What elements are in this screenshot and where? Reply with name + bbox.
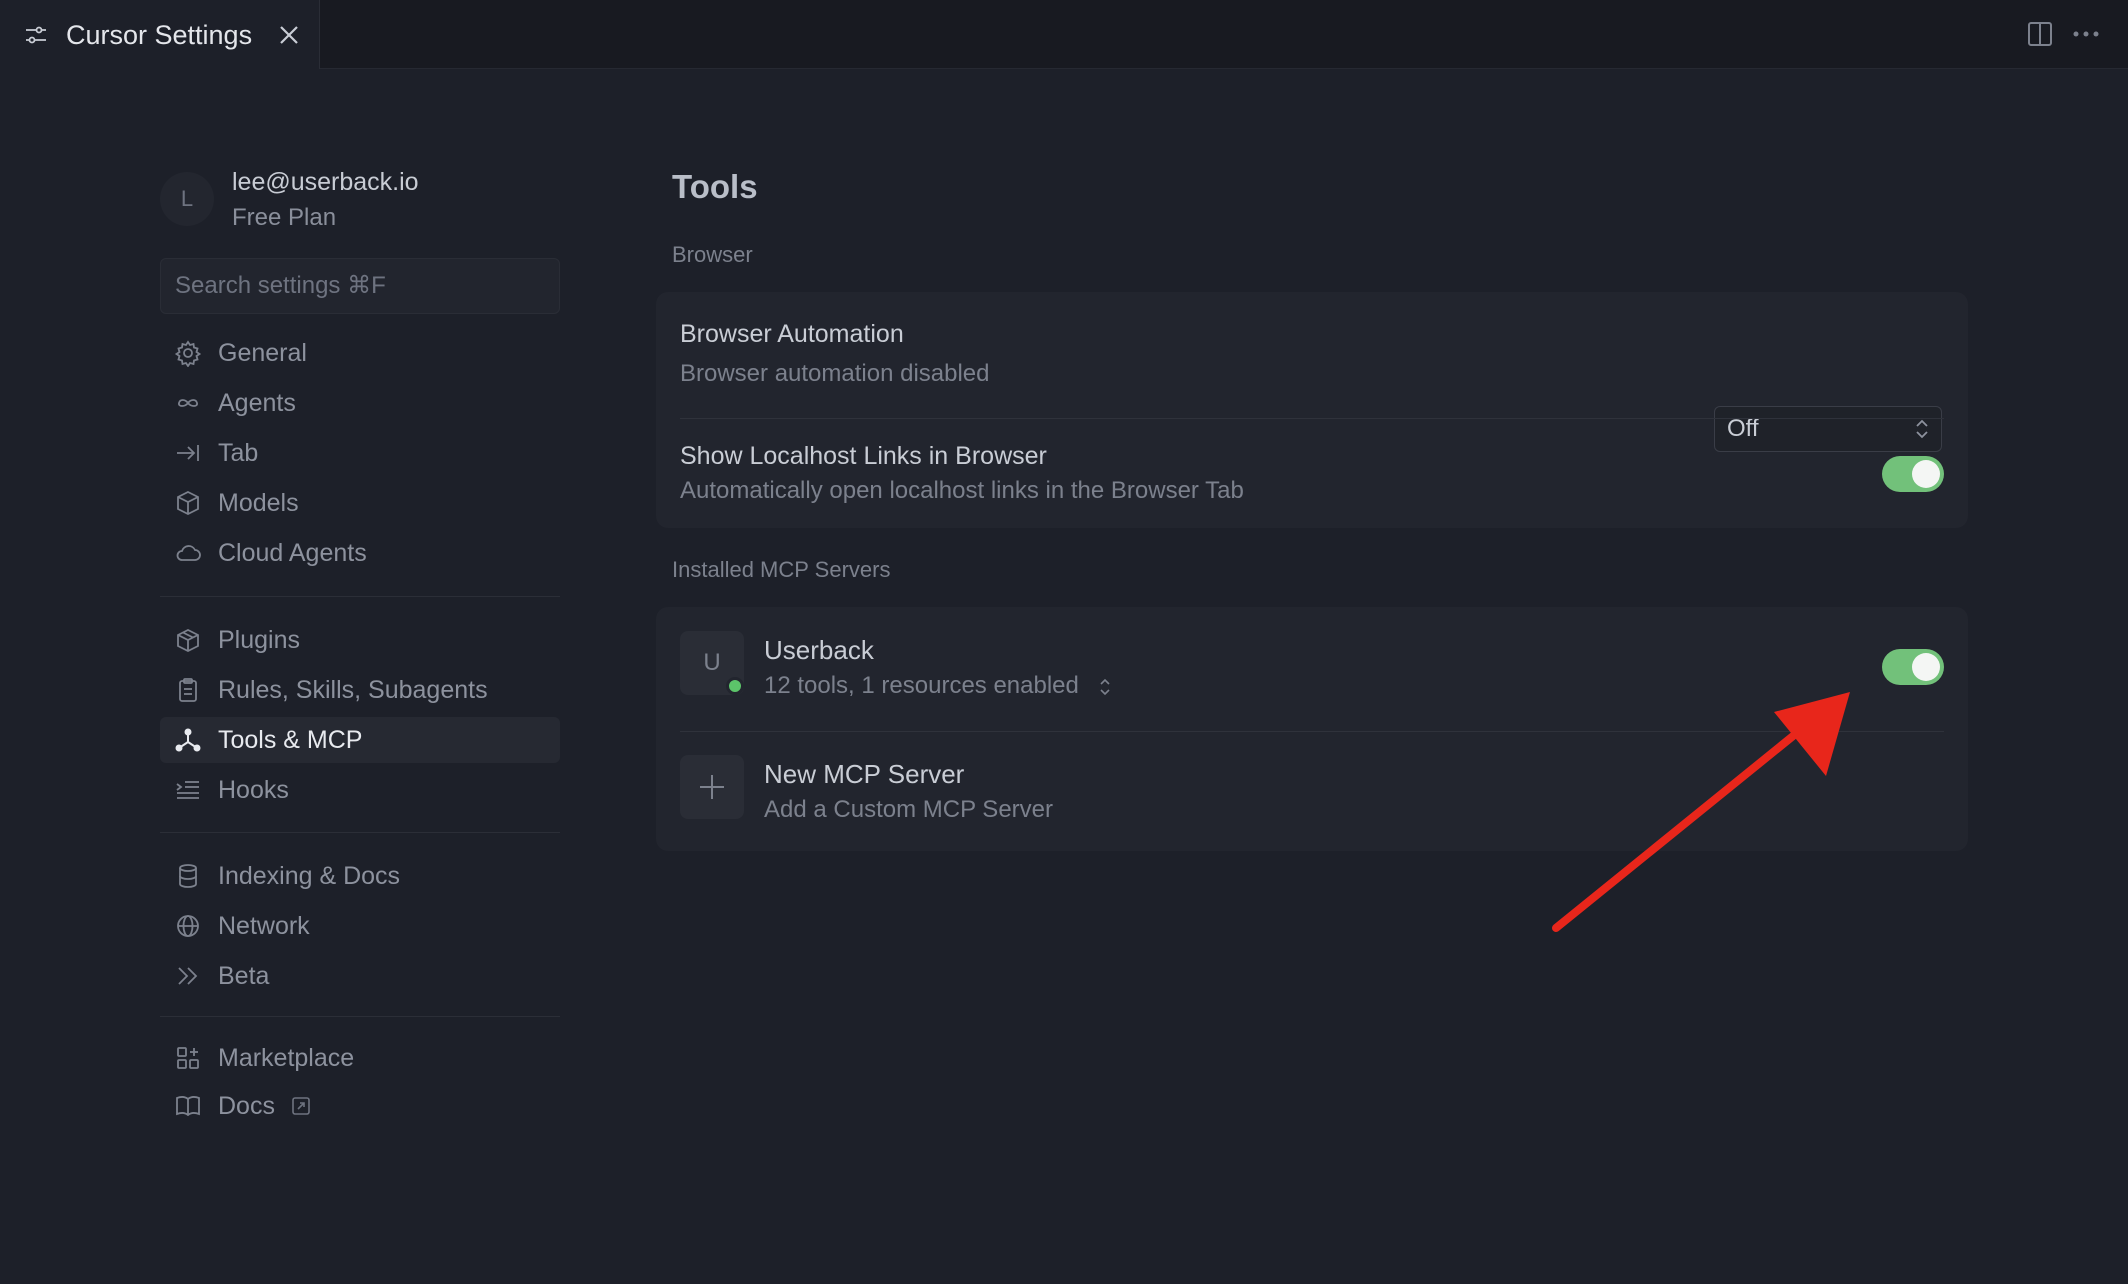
- book-icon: [176, 1096, 200, 1117]
- grid-plus-icon: [177, 1047, 199, 1069]
- sidebar-item-models[interactable]: Models: [160, 480, 560, 526]
- sidebar-item-label: General: [218, 338, 307, 367]
- infinity-icon: [178, 399, 198, 407]
- toggle-knob: [1912, 653, 1940, 681]
- sidebar-item-label: Docs: [218, 1091, 275, 1120]
- package-icon: [177, 628, 199, 653]
- sidebar-item-label: Plugins: [218, 625, 300, 654]
- server-summary[interactable]: 12 tools, 1 resources enabled: [764, 672, 1112, 700]
- sidebar-item-label: Tools & MCP: [218, 725, 363, 754]
- server-summary-text: 12 tools, 1 resources enabled: [764, 672, 1079, 699]
- sidebar-item-docs[interactable]: Docs: [160, 1083, 560, 1129]
- gear-icon: [174, 340, 202, 367]
- sidebar-item-network[interactable]: Network: [160, 903, 560, 949]
- browser-automation-title: Browser Automation: [680, 320, 904, 348]
- plus-icon: [700, 775, 724, 799]
- avatar: L: [160, 172, 214, 226]
- status-dot: [726, 677, 744, 695]
- nodes-icon: [175, 728, 201, 752]
- sidebar-item-label: Models: [218, 488, 299, 517]
- row-divider: [680, 418, 1944, 419]
- user-plan: Free Plan: [232, 204, 337, 231]
- browser-settings-card: Browser Automation Browser automation di…: [656, 292, 1968, 528]
- sidebar-item-tab[interactable]: Tab: [160, 430, 560, 476]
- sidebar-item-label: Hooks: [218, 775, 289, 804]
- split-editor-icon[interactable]: [2026, 20, 2054, 48]
- sidebar-item-label: Beta: [218, 961, 270, 990]
- annotation-arrow-icon: [1552, 692, 1850, 932]
- cube-icon: [177, 490, 199, 516]
- tab-title: Cursor Settings: [66, 20, 253, 50]
- sidebar-divider: [160, 596, 560, 597]
- sidebar-item-indexing-docs[interactable]: Indexing & Docs: [160, 853, 560, 899]
- localhost-links-subtitle: Automatically open localhost links in th…: [680, 477, 1244, 504]
- list-indent-icon: [176, 781, 199, 799]
- new-mcp-server-subtitle: Add a Custom MCP Server: [764, 796, 1053, 823]
- sidebar-item-hooks[interactable]: Hooks: [160, 767, 560, 813]
- sidebar-item-label: Agents: [218, 388, 296, 417]
- toggle-knob: [1912, 460, 1940, 488]
- sidebar-item-general[interactable]: General: [160, 330, 560, 376]
- sidebar-item-agents[interactable]: Agents: [160, 380, 560, 426]
- section-installed-mcp: Installed MCP Servers: [672, 557, 891, 582]
- clipboard-icon: [179, 678, 197, 702]
- more-actions-icon[interactable]: [2070, 20, 2102, 48]
- double-chevron-icon: [178, 967, 198, 985]
- section-browser: Browser: [672, 242, 753, 267]
- sidebar-item-tools-mcp[interactable]: Tools & MCP: [160, 717, 560, 763]
- cloud-icon: [176, 545, 201, 561]
- page-title: Tools: [672, 168, 758, 205]
- chevron-updown-icon: [1916, 419, 1928, 439]
- localhost-links-title: Show Localhost Links in Browser: [680, 442, 1047, 470]
- browser-automation-subtitle: Browser automation disabled: [680, 360, 990, 387]
- settings-sliders-icon: [26, 26, 46, 44]
- sidebar-divider: [160, 1016, 560, 1017]
- select-value: Off: [1727, 415, 1759, 442]
- external-link-icon: [292, 1097, 310, 1115]
- sidebar-item-beta[interactable]: Beta: [160, 953, 560, 999]
- sidebar-divider: [160, 832, 560, 833]
- sidebar-item-label: Cloud Agents: [218, 538, 367, 567]
- sidebar-item-label: Indexing & Docs: [218, 861, 401, 890]
- arrow-to-line-icon: [177, 445, 199, 461]
- sidebar-item-label: Marketplace: [218, 1043, 355, 1072]
- localhost-links-toggle[interactable]: [1882, 456, 1944, 492]
- database-icon: [179, 864, 197, 888]
- add-server-button[interactable]: [680, 755, 744, 819]
- search-input[interactable]: Search settings ⌘F: [160, 258, 560, 314]
- sidebar-item-plugins[interactable]: Plugins: [160, 617, 560, 663]
- sidebar-item-label: Rules, Skills, Subagents: [218, 675, 488, 704]
- server-name: Userback: [764, 635, 874, 665]
- new-mcp-server-title[interactable]: New MCP Server: [764, 759, 964, 790]
- sidebar-item-cloud-agents[interactable]: Cloud Agents: [160, 530, 560, 576]
- sidebar-item-label: Network: [218, 911, 310, 940]
- browser-automation-select[interactable]: Off: [1714, 406, 1942, 452]
- sidebar-item-label: Tab: [218, 438, 259, 467]
- sidebar-item-marketplace[interactable]: Marketplace: [160, 1035, 560, 1081]
- sidebar-item-rules[interactable]: Rules, Skills, Subagents: [160, 667, 560, 713]
- globe-icon: [177, 915, 199, 937]
- tab-cursor-settings[interactable]: Cursor Settings: [0, 0, 320, 69]
- user-email: lee@userback.io: [232, 168, 419, 196]
- userback-server-toggle[interactable]: [1882, 649, 1944, 685]
- close-icon[interactable]: [276, 22, 302, 48]
- tab-bar: Cursor Settings: [0, 0, 2128, 69]
- chevron-updown-icon: [1099, 678, 1110, 695]
